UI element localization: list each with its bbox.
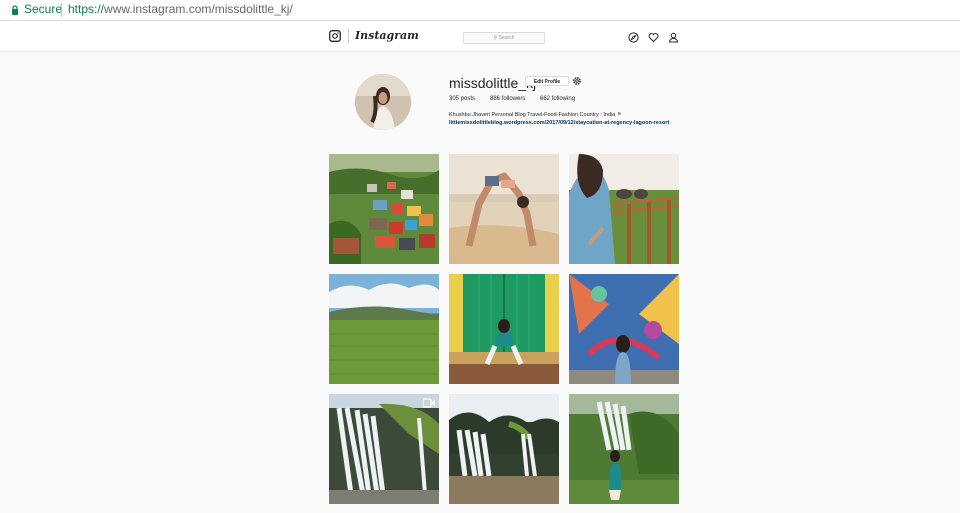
url-scheme: https://: [68, 2, 105, 16]
profile-bio: Khushbu Jhaveri Personal Blog Travel-Foo…: [449, 111, 679, 127]
post-photo-waterfall-video: [329, 394, 439, 504]
search-placeholder: Search: [498, 35, 515, 41]
lock-icon: [12, 5, 18, 15]
instagram-glyph-icon[interactable]: [329, 30, 341, 42]
post-tile[interactable]: [449, 394, 559, 504]
posts-count: 305 posts: [449, 96, 476, 102]
post-photo-mural: [569, 274, 679, 384]
edit-profile-button[interactable]: Edit Profile: [525, 76, 569, 86]
profile-username: missdolittle_kj: [449, 75, 537, 91]
post-photo-beach-backbend: [449, 154, 559, 264]
video-icon: [423, 398, 435, 408]
secure-label: Secure: [24, 2, 63, 16]
avatar-photo: [355, 74, 411, 130]
heart-icon[interactable]: [648, 32, 659, 43]
following-count[interactable]: 662 following: [540, 96, 575, 102]
post-photo-rice-field: [329, 274, 439, 384]
instagram-wordmark[interactable]: Instagram: [355, 29, 419, 42]
flag-icon: ⚑: [616, 112, 622, 118]
logo-divider: [348, 29, 349, 43]
post-photo-woman-waterfall: [569, 394, 679, 504]
bio-text: Khushbu Jhaveri Personal Blog Travel-Foo…: [449, 112, 616, 118]
instagram-navbar: Instagram ⚲ Search: [0, 21, 960, 52]
post-tile[interactable]: [449, 154, 559, 264]
address-url[interactable]: https://www.instagram.com/missdolittle_k…: [68, 2, 293, 16]
post-tile[interactable]: [329, 154, 439, 264]
followers-count[interactable]: 886 followers: [490, 96, 525, 102]
url-path: www.instagram.com/missdolittle_kj/: [104, 2, 293, 16]
post-tile[interactable]: [569, 154, 679, 264]
post-tile[interactable]: [329, 274, 439, 384]
compass-icon[interactable]: [628, 32, 639, 43]
post-tile[interactable]: [569, 274, 679, 384]
gear-icon[interactable]: [572, 76, 582, 86]
browser-address-bar[interactable]: Secure https://www.instagram.com/missdol…: [0, 0, 960, 21]
address-divider: [61, 3, 62, 17]
post-photo-elephants: [569, 154, 679, 264]
post-tile[interactable]: [329, 394, 439, 504]
post-tile[interactable]: [449, 274, 559, 384]
post-photo-green-door: [449, 274, 559, 384]
search-input[interactable]: ⚲ Search: [463, 32, 545, 44]
post-photo-hill-town: [329, 154, 439, 264]
profile-avatar[interactable]: [355, 74, 411, 130]
post-photo-waterfall: [449, 394, 559, 504]
post-tile[interactable]: [569, 394, 679, 504]
person-icon[interactable]: [668, 32, 679, 43]
bio-link[interactable]: littlemissdolittleblog.wordpress.com/201…: [449, 120, 669, 126]
